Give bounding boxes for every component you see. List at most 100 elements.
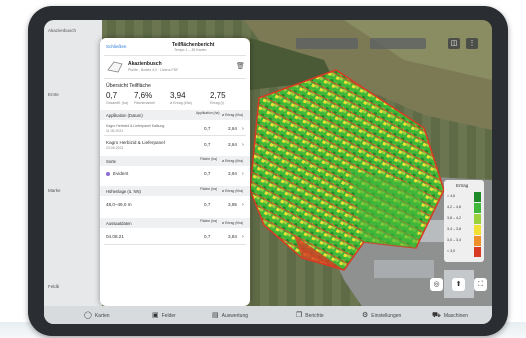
side-navigation: Akazienbusch Ernte Marke Feldb	[44, 20, 102, 324]
divider	[104, 78, 246, 79]
applications-col3: ø Ertrag (t/ha)	[222, 113, 244, 117]
applications-col2: Applikation (ha)	[196, 111, 220, 115]
tab-label: Maschinen	[443, 313, 468, 319]
stat-label: Flächenanteil	[134, 101, 155, 105]
fullscreen-icon[interactable]: ⛶	[474, 278, 487, 291]
varieties-col3: ø Ertrag (t/ha)	[222, 159, 244, 163]
stat-value: 7,6%	[134, 91, 153, 100]
tab-fields[interactable]: ▣ Felder	[152, 311, 176, 319]
tab-label: Felder	[161, 313, 176, 319]
document-icon: ❐	[296, 312, 303, 319]
field-shape-icon	[107, 61, 123, 73]
stat-value: 0,7	[106, 91, 118, 100]
map-date-dropdown[interactable]	[370, 38, 426, 49]
row-area: 0,7	[204, 202, 211, 207]
tab-reports[interactable]: ❐ Berichte	[296, 311, 324, 319]
row-name: 04.08.21	[106, 234, 124, 239]
report-icon: ▤	[212, 312, 219, 319]
chevron-right-icon: ›	[242, 126, 244, 132]
legend-color-swatch	[474, 236, 481, 246]
split-view-icon[interactable]: ◫	[448, 38, 460, 49]
row-name: Kagro Herbizid & Lieferpanel	[106, 140, 165, 145]
row-name: Kagro Herbizid & Lieferpanel Kalkung	[106, 124, 165, 128]
chevron-right-icon: ›	[242, 202, 244, 208]
stat-value: 2,75	[210, 91, 226, 100]
trash-icon[interactable]: 🗑	[236, 62, 245, 70]
pin-icon[interactable]: ⬆	[452, 278, 465, 291]
sowing-col1: Aussaatdaten	[106, 221, 132, 226]
field-meta: Pluhfe - Boden 4,0 · Lizenz-PDF	[128, 68, 179, 72]
bottom-tab-bar: ◯ Karten ▣ Felder ▤ Auswertung ❐ Berichte ⚙ E…	[44, 306, 492, 324]
app-screen: Akazienbusch Ernte Marke Feldb ◫ ⋮ Ertra…	[44, 20, 492, 324]
legend-color-swatch	[474, 192, 481, 202]
stat-label: ø Ertrag (t/ha)	[170, 101, 192, 105]
side-label-mark: Marke	[48, 188, 61, 193]
field-name: Akazienbusch	[128, 61, 162, 67]
applications-col1: Applikation (Datum)	[106, 113, 143, 118]
tab-label: Einstellungen	[371, 313, 402, 319]
close-button[interactable]: Schließen	[106, 44, 126, 49]
legend-color-swatch	[474, 214, 481, 224]
tab-maps[interactable]: ◯ Karten	[84, 311, 110, 319]
side-label-harvest: Ernte	[48, 92, 59, 97]
map-layer-dropdown[interactable]	[296, 38, 358, 49]
row-date: 11.05.2021	[106, 129, 124, 133]
row-yield: 3,85	[228, 202, 237, 207]
divider	[104, 244, 246, 245]
divider	[104, 55, 246, 56]
elevation-col3: ø Ertrag (t/ha)	[222, 189, 244, 193]
layers-icon: ▣	[152, 312, 159, 319]
stat-label: Ertrag (t)	[210, 101, 224, 105]
row-area: 0,7	[204, 171, 211, 176]
row-yield: 3,84	[228, 234, 237, 239]
overview-title: Übersicht Teilfläche	[106, 83, 151, 89]
row-yield: 3,94	[228, 171, 237, 176]
sowing-col3: ø Ertrag (t/ha)	[222, 221, 244, 225]
legend-entry-label: < 3,0	[447, 249, 456, 253]
gear-icon: ⚙	[362, 312, 369, 319]
row-yield: 3,64	[228, 142, 237, 147]
legend-title: Ertrag	[456, 183, 469, 188]
row-area: 0,7	[204, 234, 211, 239]
row-area: 0,7	[204, 142, 211, 147]
chevron-right-icon: ›	[242, 142, 244, 148]
legend-color-swatch	[474, 225, 481, 235]
row-date: 23.05.2021	[106, 146, 124, 150]
sowing-col2: Fläche (ha)	[200, 219, 218, 223]
legend-entry-label: 3,8 – 4,2	[447, 216, 461, 220]
legend-color-swatch	[474, 203, 481, 213]
panel-subtitle: Tempo 1 – 35 Karten	[174, 48, 207, 52]
tab-label: Karten	[94, 313, 110, 319]
chevron-right-icon: ›	[242, 234, 244, 240]
row-yield: 3,64	[228, 126, 237, 131]
legend-entry-label: 3,0 – 3,4	[447, 238, 461, 242]
legend-color-swatch	[474, 247, 481, 257]
tab-label: Berichte	[305, 313, 324, 319]
tab-label: Auswertung	[221, 313, 249, 319]
row-name: Evident	[113, 171, 129, 176]
divider	[104, 135, 246, 136]
variety-dot-icon	[106, 172, 110, 176]
elevation-col2: Fläche (ha)	[200, 187, 218, 191]
side-label-field: Akazienbusch	[48, 28, 77, 33]
tab-settings[interactable]: ⚙ Einstellungen	[362, 311, 401, 319]
subarea-report-panel: Schließen Teilflächenbericht Tempo 1 – 3…	[100, 38, 250, 306]
elevation-col1: Höhenlage (ü. NN)	[106, 189, 141, 194]
side-label-field-boundary: Feldb	[48, 284, 60, 289]
tab-analysis[interactable]: ▤ Auswertung	[212, 311, 248, 319]
varieties-col2: Fläche (ha)	[200, 157, 218, 161]
chevron-right-icon: ›	[242, 171, 244, 177]
legend-entry-label: 4,2 – 4,6	[447, 205, 461, 209]
row-name: 48,0–49,0 m	[106, 202, 132, 207]
tractor-icon: ⛟	[432, 312, 441, 319]
legend-entry-label: > 4,6	[447, 194, 456, 198]
tab-machines[interactable]: ⛟ Maschinen	[432, 311, 468, 320]
yield-legend: Ertrag > 4,6 4,2 – 4,6 3,8 – 4,2 3,4 – 3,8 3…	[444, 180, 484, 262]
more-options-icon[interactable]: ⋮	[466, 38, 478, 49]
legend-entry-label: 3,4 – 3,8	[447, 227, 461, 231]
stat-label: Gesamtfl. (ha)	[106, 101, 129, 105]
varieties-col1: Sorte	[106, 159, 117, 164]
locate-icon[interactable]: ◎	[430, 278, 443, 291]
circle-icon: ◯	[84, 312, 92, 319]
row-area: 0,7	[204, 126, 211, 131]
